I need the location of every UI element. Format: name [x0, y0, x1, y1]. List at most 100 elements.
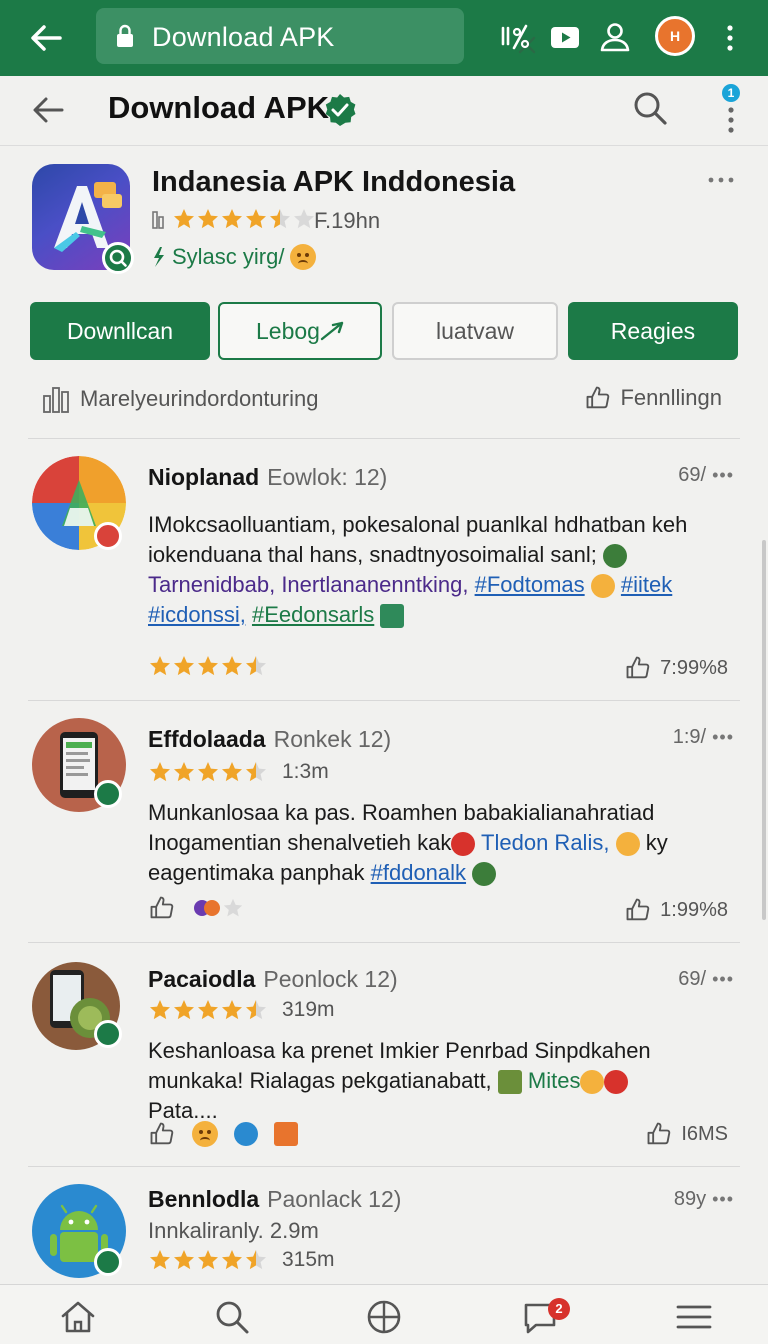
hashtag-link[interactable]: #fddonalk [371, 860, 466, 885]
meta-left-text: Marelyeurindordonturing [80, 386, 319, 411]
reviewer-name-text: Pacaiodla [148, 966, 256, 992]
box-emoji-icon [497, 1070, 522, 1095]
more-horizontal-icon[interactable]: ••• [712, 969, 734, 990]
hand-emoji-icon [615, 832, 640, 857]
review-line-text: Tarnenidbab, Inertlananenntking, [148, 572, 469, 597]
star-icon [268, 207, 292, 231]
reviewer-name-text: Effdolaada [148, 726, 266, 752]
star-icon [196, 207, 220, 231]
thumbs-up-icon[interactable] [148, 894, 176, 922]
star-icon [172, 207, 196, 231]
back-arrow-icon[interactable] [28, 90, 68, 130]
star-icon [220, 654, 244, 678]
thumbs-up-icon [584, 384, 612, 412]
more-horizontal-icon[interactable] [706, 170, 736, 190]
chart-icon [152, 211, 164, 229]
chat-emoji-icon [234, 1122, 258, 1146]
star-icon [172, 654, 196, 678]
avatar-initials: H [669, 28, 681, 44]
lock-icon [117, 24, 133, 47]
notification-badge: 2 [548, 1298, 570, 1320]
download-button[interactable]: Downllcan [30, 302, 210, 360]
review-line: #icdonssi, #Eedonsarls [148, 600, 728, 630]
more-horizontal-icon[interactable]: ••• [712, 1189, 734, 1210]
hashtag-link[interactable]: #icdonssi, [148, 602, 246, 627]
reagies-button[interactable]: Reagies [568, 302, 738, 360]
menu-icon[interactable] [674, 1297, 714, 1337]
reviewer-name-text: Bennlodla [148, 1186, 260, 1212]
review-line-text: munkaka! Rialagas pekgatianabatt, [148, 1068, 492, 1093]
iuatvaw-button[interactable]: luatvaw [392, 302, 558, 360]
bottom-nav [0, 1284, 768, 1344]
star-rating: 1:3m [148, 760, 329, 784]
lebog-button[interactable]: Lebog [218, 302, 382, 360]
review-duration: 1:3m [282, 760, 329, 783]
review-line: Keshanloasa ka prenet Imkier Penrbad Sin… [148, 1038, 651, 1063]
address-text: Download APK [152, 22, 335, 52]
review-link[interactable]: Tledon Ralis, [481, 830, 609, 855]
app-name: Indanesia APK Inddonesia [152, 166, 516, 198]
star-icon [172, 1248, 196, 1272]
more-vertical-icon[interactable] [718, 20, 742, 56]
globe-icon[interactable] [364, 1297, 404, 1337]
review-line-text: eagentimaka panphak [148, 860, 365, 885]
thumbs-up-icon [645, 1120, 673, 1148]
like-count: I6MS [681, 1122, 728, 1145]
hashtag-link[interactable]: #Fodtomas [475, 572, 585, 597]
hand-emoji-icon [580, 1070, 605, 1095]
address-bar[interactable]: Download APK [96, 8, 536, 64]
scrollbar[interactable] [762, 540, 766, 920]
home-icon[interactable] [58, 1297, 98, 1337]
review-link[interactable]: Mites [528, 1068, 581, 1093]
status-badge [94, 522, 122, 550]
search-icon[interactable] [630, 88, 670, 128]
page-title: Download APK [108, 90, 330, 125]
review-time: 69/••• [678, 968, 734, 991]
like-count: 7:99%8 [660, 656, 728, 679]
star-icon [148, 998, 172, 1022]
heart-emoji-icon [604, 1070, 629, 1095]
tracking-off-icon[interactable] [498, 20, 532, 54]
review-line: Tarnenidbab, Inertlananenntking, #Fodtom… [148, 570, 728, 600]
review-time-text: 69/ [678, 464, 707, 486]
sparkle-icon [154, 247, 164, 267]
youtube-icon[interactable] [548, 20, 582, 54]
star-icon [148, 1248, 172, 1272]
like-button[interactable]: I6MS [645, 1120, 728, 1148]
review-line: munkaka! Rialagas pekgatianabatt, Mites [148, 1066, 728, 1096]
more-horizontal-icon[interactable]: ••• [712, 727, 734, 748]
hashtag-link[interactable]: #Eedonsarls [252, 602, 374, 627]
status-badge [94, 1248, 122, 1276]
hashtag-link[interactable]: #iitek [621, 572, 672, 597]
reviewer-sub: Peonlock 12) [263, 966, 398, 992]
star-rating [148, 654, 268, 678]
review-time-text: 89y [673, 1188, 707, 1210]
notification-badge: 1 [722, 84, 740, 102]
app-header: Download APK 1 [0, 76, 768, 146]
reviewer-name-text: Nioplanad [148, 464, 260, 490]
box-emoji-icon [380, 604, 405, 629]
thumbs-up-icon[interactable] [148, 1120, 176, 1148]
like-button[interactable]: 1:99%8 [624, 896, 728, 924]
app-rating [152, 204, 316, 234]
review-time-text: 1:9/ [672, 726, 707, 748]
download-button-label: Downllcan [66, 317, 174, 344]
star-rating [172, 207, 316, 231]
search-icon[interactable] [212, 1297, 252, 1337]
status-badge [94, 780, 122, 808]
reviewer-sub: Ronkek 12) [273, 726, 392, 752]
profile-icon[interactable] [598, 20, 632, 54]
like-button[interactable]: 7:99%8 [624, 654, 728, 682]
thumbs-up-icon [624, 654, 652, 682]
star-icon [220, 998, 244, 1022]
divider [28, 700, 740, 701]
reagies-button-label: Reagies [610, 317, 696, 344]
divider [28, 438, 740, 439]
back-arrow-icon[interactable] [26, 18, 66, 58]
avatar[interactable]: H [655, 16, 695, 56]
feedback-button[interactable]: Fennllingn [584, 384, 722, 412]
review-duration: 315m [282, 1248, 335, 1271]
more-horizontal-icon[interactable]: ••• [712, 465, 734, 486]
star-icon [244, 207, 268, 231]
review-time-text: 69/ [678, 968, 707, 990]
